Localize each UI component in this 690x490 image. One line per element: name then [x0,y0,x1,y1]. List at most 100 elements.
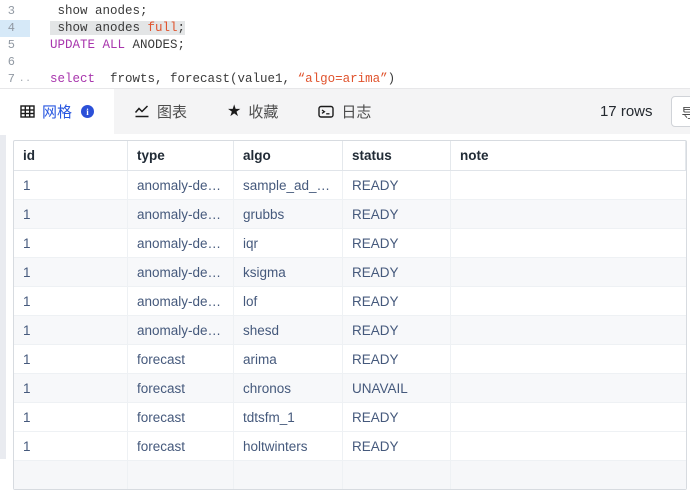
header-cell-id[interactable]: id [14,141,128,170]
editor-line-7[interactable]: 7.. select frowts, forecast(value1, “alg… [0,71,690,88]
results-table: id type algo status note 1 anomaly-de… s… [13,140,687,490]
line-number: 5 [0,37,17,54]
editor-line-4[interactable]: 4 show anodes full; [0,20,690,37]
tab-logs[interactable]: 日志 [298,89,391,134]
code-text: UPDATE ALL ANODES; [30,37,185,54]
cell-note [451,287,686,315]
cell-type: anomaly-de… [128,287,234,315]
cell-algo: grubbs [234,200,343,228]
cell-id [14,461,128,489]
panel-edge-strip [0,135,6,459]
cell-algo: sample_ad_… [234,171,343,199]
cell-type: forecast [128,403,234,431]
cell-algo: arima [234,345,343,373]
grid-icon [20,104,35,119]
tab-label: 网格 [42,101,72,122]
sql-keyword: UPDATE ALL [50,38,133,52]
cell-note [451,200,686,228]
cell-id: 1 [14,403,128,431]
table-row[interactable]: 1 anomaly-de… grubbs READY [14,200,686,229]
cell-type: forecast [128,432,234,460]
header-cell-note[interactable]: note [451,141,686,170]
cell-note [451,345,686,373]
table-row[interactable]: 1 forecast tdtsfm_1 READY [14,403,686,432]
table-row[interactable]: 1 anomaly-de… sample_ad_… READY [14,171,686,200]
table-row[interactable]: 1 anomaly-de… shesd READY [14,316,686,345]
cell-type: anomaly-de… [128,316,234,344]
line-number: 4 [0,20,17,37]
cell-id: 1 [14,316,128,344]
line-number: 3 [0,3,17,20]
cell-note [451,461,686,489]
cell-algo [234,461,343,489]
cell-status: READY [343,403,451,431]
code-text [30,54,50,71]
code-text: show anodes full; [30,20,185,37]
cell-id: 1 [14,258,128,286]
cell-status: READY [343,200,451,228]
header-cell-algo[interactable]: algo [234,141,343,170]
cell-id: 1 [14,171,128,199]
cell-algo: chronos [234,374,343,402]
fold-indicator: .. [17,71,30,88]
cell-type: anomaly-de… [128,258,234,286]
line-number-gutter: 5 [0,37,30,54]
line-number-gutter: 6 [0,54,30,71]
table-row[interactable]: 1 anomaly-de… ksigma READY [14,258,686,287]
line-number-gutter: 3 [0,3,30,20]
header-cell-type[interactable]: type [128,141,234,170]
export-button[interactable]: 导 [671,96,690,127]
info-icon[interactable]: i [81,105,94,118]
table-row[interactable]: 1 anomaly-de… lof READY [14,287,686,316]
cell-algo: ksigma [234,258,343,286]
cell-status: READY [343,287,451,315]
editor-line-5[interactable]: 5 UPDATE ALL ANODES; [0,37,690,54]
tab-chart[interactable]: 图表 [114,89,207,134]
cell-id: 1 [14,200,128,228]
cell-status: UNAVAIL [343,374,451,402]
line-number: 6 [0,54,17,71]
cell-type: forecast [128,345,234,373]
terminal-icon [318,104,334,119]
cell-status: READY [343,258,451,286]
line-number-gutter-highlighted: 4 [0,20,30,37]
line-number: 7 [0,71,17,88]
cell-id: 1 [14,229,128,257]
table-row-partial[interactable] [14,461,686,489]
header-cell-status[interactable]: status [343,141,451,170]
cell-algo: holtwinters [234,432,343,460]
results-tabbar: 网格 i 图表 ★ 收藏 日志 17 rows 导 [0,89,690,134]
sql-editor[interactable]: 3 show anodes; 4 show anodes full; 5 UPD… [0,0,690,89]
cell-note [451,171,686,199]
tab-favorites[interactable]: ★ 收藏 [207,89,298,134]
editor-line-3[interactable]: 3 show anodes; [0,3,690,20]
table-row[interactable]: 1 anomaly-de… iqr READY [14,229,686,258]
editor-line-6[interactable]: 6 [0,54,690,71]
cell-id: 1 [14,287,128,315]
tab-label: 收藏 [248,101,278,122]
table-row[interactable]: 1 forecast holtwinters READY [14,432,686,461]
line-number-gutter: 7.. [0,71,30,88]
cell-algo: iqr [234,229,343,257]
cell-id: 1 [14,374,128,402]
sql-keyword: select [50,72,95,86]
cell-type: anomaly-de… [128,171,234,199]
selection-highlight: show anodes full; [50,21,185,35]
code-text: select frowts, forecast(value1, “algo=ar… [30,71,395,88]
tab-grid[interactable]: 网格 i [0,89,114,134]
cell-id: 1 [14,432,128,460]
row-count-label: 17 rows [600,89,653,134]
cell-algo: tdtsfm_1 [234,403,343,431]
cell-note [451,229,686,257]
cell-note [451,432,686,460]
table-row[interactable]: 1 forecast arima READY [14,345,686,374]
cell-type: anomaly-de… [128,200,234,228]
table-header: id type algo status note [14,141,686,171]
cell-status: READY [343,345,451,373]
cell-type: forecast [128,374,234,402]
table-row[interactable]: 1 forecast chronos UNAVAIL [14,374,686,403]
cell-note [451,403,686,431]
chart-icon [134,104,150,119]
cell-note [451,374,686,402]
cell-status: READY [343,229,451,257]
